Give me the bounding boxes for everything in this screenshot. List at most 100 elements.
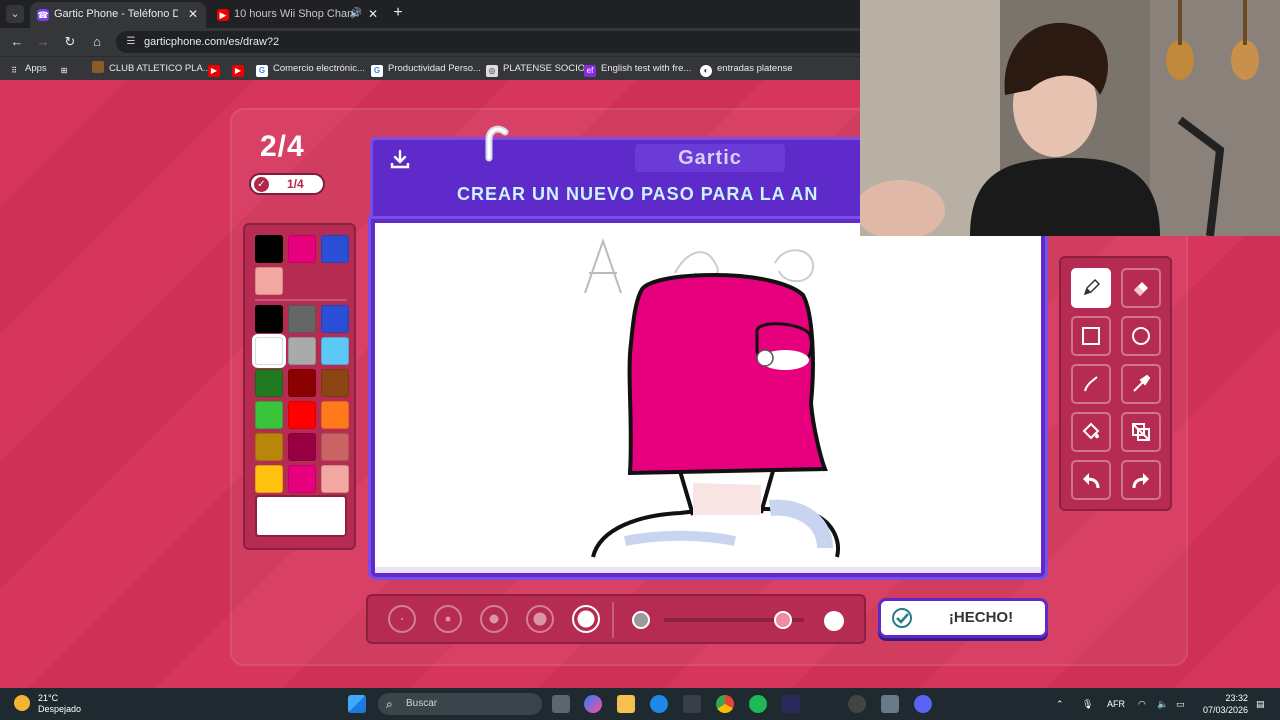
discord-icon[interactable] xyxy=(914,695,932,713)
line-tool[interactable] xyxy=(1071,364,1111,404)
done-button[interactable]: ¡HECHO! xyxy=(878,598,1048,638)
recent-color-blue[interactable] xyxy=(321,235,349,263)
grid-icon: ⊞ xyxy=(60,66,68,75)
tab-search-icon[interactable]: ⌄ xyxy=(6,5,24,23)
color-light-blue[interactable] xyxy=(321,337,349,365)
taskbar-search[interactable]: ⌕ Buscar xyxy=(378,693,542,715)
color-dark-green[interactable] xyxy=(255,369,283,397)
bookmark-youtube-1[interactable]: ▶ xyxy=(208,57,225,81)
bar-divider xyxy=(612,602,614,638)
notification-icon[interactable]: ▤ xyxy=(1256,688,1265,720)
eraser-icon xyxy=(1134,282,1148,296)
clone-icon xyxy=(1132,423,1150,441)
size-dot xyxy=(401,618,403,620)
task-header: Gartic CREAR UN NUEVO PASO PARA LA AN xyxy=(370,125,860,219)
bookmark-entradas[interactable]: ◐ entradas platense xyxy=(700,57,793,81)
address-bar[interactable]: ☰ garticphone.com/es/draw?2 xyxy=(116,31,876,53)
edge-icon[interactable] xyxy=(650,695,668,713)
bookmark-youtube-2[interactable]: ▶ xyxy=(232,57,249,81)
color-brown[interactable] xyxy=(321,369,349,397)
download-icon[interactable] xyxy=(389,148,411,170)
bookmark-club-atletico[interactable]: CLUB ATLETICO PLA... xyxy=(92,57,211,81)
clone-tool[interactable] xyxy=(1121,412,1161,452)
settings-gear-icon[interactable] xyxy=(881,695,899,713)
chrome-icon[interactable] xyxy=(716,695,734,713)
app-icon[interactable] xyxy=(782,695,800,713)
bookmark-comercio[interactable]: G Comercio electrónic... xyxy=(256,57,365,81)
microphone-icon[interactable]: 🎙 xyxy=(1082,688,1093,720)
search-placeholder: Buscar xyxy=(406,698,438,709)
home-button[interactable]: ⌂ xyxy=(88,33,106,51)
search-icon: ⌕ xyxy=(386,697,393,711)
brush-size-2[interactable] xyxy=(434,605,462,633)
language-indicator[interactable]: AFR xyxy=(1107,688,1125,720)
close-tab-icon[interactable]: ✕ xyxy=(368,2,378,26)
new-tab-button[interactable]: + xyxy=(390,4,406,22)
forward-button[interactable]: → xyxy=(34,33,52,51)
color-black[interactable] xyxy=(255,305,283,333)
brush-size-1[interactable] xyxy=(388,605,416,633)
speaker-icon[interactable]: 🔊 xyxy=(350,2,362,26)
tray-chevron-icon[interactable]: ⌃ xyxy=(1056,688,1064,720)
recent-color-pink[interactable] xyxy=(255,267,283,295)
reload-button[interactable]: ↻ xyxy=(61,33,79,51)
opacity-high-icon xyxy=(824,611,844,631)
windows-taskbar: 21°C Despejado ⌕ Buscar ⌃ 🎙 AFR ◠ 🔈 ▭ 23… xyxy=(0,688,1280,720)
opacity-low-icon xyxy=(632,611,650,629)
copilot-icon[interactable] xyxy=(584,695,602,713)
tab-title: Gartic Phone - Teléfono Descon xyxy=(54,8,178,20)
pencil-icon xyxy=(1083,278,1101,296)
brush-size-3[interactable] xyxy=(480,605,508,633)
ellipse-tool[interactable] xyxy=(1121,316,1161,356)
color-orange[interactable] xyxy=(321,401,349,429)
color-ochre[interactable] xyxy=(255,433,283,461)
recent-color-black[interactable] xyxy=(255,235,283,263)
bookmark-platense-socio[interactable]: ◎ PLATENSE SOCIO xyxy=(486,57,585,81)
fill-tool[interactable] xyxy=(1071,412,1111,452)
bookmark-label: English test with fre... xyxy=(601,63,692,74)
color-dark-gray[interactable] xyxy=(288,305,316,333)
color-palette xyxy=(243,223,356,550)
color-magenta[interactable] xyxy=(288,465,316,493)
color-red[interactable] xyxy=(288,401,316,429)
spotify-icon[interactable] xyxy=(749,695,767,713)
color-yellow[interactable] xyxy=(255,465,283,493)
file-explorer-icon[interactable] xyxy=(617,695,635,713)
close-tab-icon[interactable]: ✕ xyxy=(188,2,198,26)
color-green[interactable] xyxy=(255,401,283,429)
undo-tool[interactable] xyxy=(1071,460,1111,500)
recent-color-magenta[interactable] xyxy=(288,235,316,263)
color-white[interactable] xyxy=(252,334,286,368)
windows-start-icon[interactable] xyxy=(348,695,366,713)
tab-gartic-phone[interactable]: ☎ Gartic Phone - Teléfono Descon ✕ xyxy=(30,2,206,28)
wifi-icon[interactable]: ◠ xyxy=(1138,688,1146,720)
color-salmon[interactable] xyxy=(321,465,349,493)
redo-tool[interactable] xyxy=(1121,460,1161,500)
battery-icon[interactable]: ▭ xyxy=(1176,688,1185,720)
eyedropper-tool[interactable] xyxy=(1121,364,1161,404)
color-rose[interactable] xyxy=(321,433,349,461)
bookmark-productividad[interactable]: G Productividad Perso... xyxy=(371,57,481,81)
obs-icon[interactable] xyxy=(848,695,866,713)
color-dark-red[interactable] xyxy=(288,369,316,397)
color-wine[interactable] xyxy=(288,433,316,461)
color-blue[interactable] xyxy=(321,305,349,333)
bookmark-apps[interactable]: ⠿ Apps xyxy=(8,57,47,81)
pencil-tool[interactable] xyxy=(1071,268,1111,308)
brush-size-4[interactable] xyxy=(526,605,554,633)
back-button[interactable]: ← xyxy=(8,33,26,51)
bookmark-grid[interactable]: ⊞ xyxy=(58,57,75,81)
volume-icon[interactable]: 🔈 xyxy=(1157,688,1168,720)
brush-size-5[interactable] xyxy=(572,605,600,633)
bookmark-english-test[interactable]: ef English test with fre... xyxy=(584,57,691,81)
site-info-icon[interactable]: ☰ xyxy=(124,35,138,49)
task-view-icon[interactable] xyxy=(552,695,570,713)
eraser-tool[interactable] xyxy=(1121,268,1161,308)
rectangle-tool[interactable] xyxy=(1071,316,1111,356)
store-icon[interactable] xyxy=(683,695,701,713)
opacity-slider-thumb[interactable] xyxy=(774,611,792,629)
color-light-gray[interactable] xyxy=(288,337,316,365)
tab-wii-shop[interactable]: ▶ 10 hours Wii Shop Channel 🔊 ✕ xyxy=(210,2,386,28)
drawing-canvas[interactable] xyxy=(375,223,1041,567)
system-clock[interactable]: 23:32 07/03/2026 xyxy=(1198,692,1248,716)
